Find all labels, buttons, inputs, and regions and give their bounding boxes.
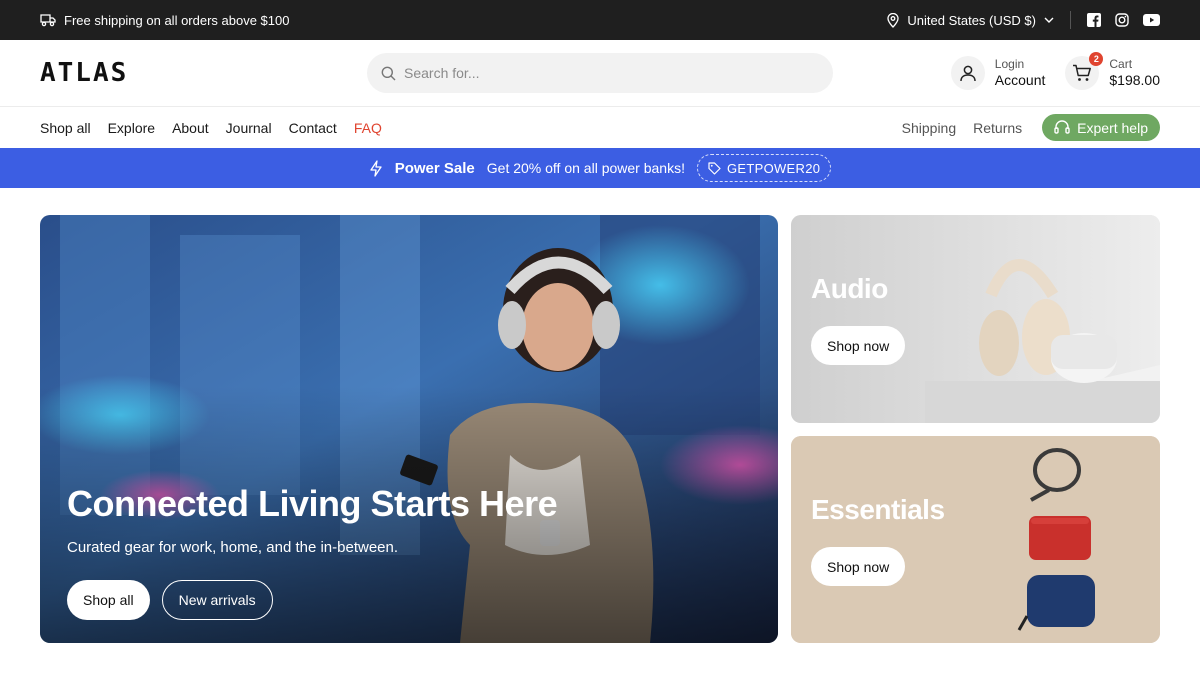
cart-label: Cart <box>1109 57 1133 72</box>
new-arrivals-button[interactable]: New arrivals <box>161 580 273 620</box>
hero-banner: Connected Living Starts Here Curated gea… <box>40 215 778 643</box>
shipping-link[interactable]: Shipping <box>902 120 957 136</box>
region-label: United States (USD $) <box>907 12 1036 28</box>
hero-subtitle: Curated gear for work, home, and the in-… <box>67 539 399 556</box>
cart-button[interactable]: 2 <box>1065 52 1104 90</box>
cart-link[interactable]: 2 Cart $198.00 <box>1065 52 1160 90</box>
nav-about[interactable]: About <box>172 120 209 136</box>
search-icon <box>381 66 396 81</box>
location-pin-icon <box>887 12 900 28</box>
audio-shop-now-button[interactable]: Shop now <box>811 326 906 365</box>
essentials-shop-now-button[interactable]: Shop now <box>811 547 906 586</box>
youtube-icon[interactable] <box>1143 14 1160 26</box>
instagram-icon[interactable] <box>1115 13 1129 27</box>
chevron-down-icon <box>1044 17 1054 23</box>
essentials-category-card[interactable]: Essentials Shop now <box>791 436 1160 643</box>
nav-faq[interactable]: FAQ <box>354 120 382 136</box>
hero-title: Connected Living Starts Here <box>67 483 558 524</box>
nav-shop-all[interactable]: Shop all <box>40 120 91 136</box>
coupon-code-text: GETPOWER20 <box>726 160 821 176</box>
logo[interactable]: ATLAS <box>40 58 367 88</box>
promo-text: Get 20% off on all power banks! <box>486 160 685 176</box>
expert-help-button[interactable]: Expert help <box>1042 114 1160 141</box>
search-input[interactable] <box>404 65 819 81</box>
coupon-code[interactable]: GETPOWER20 <box>696 154 832 182</box>
user-icon <box>959 64 977 82</box>
nav-explore[interactable]: Explore <box>108 120 155 136</box>
cart-icon <box>1072 64 1092 82</box>
audio-card-title: Audio <box>811 273 888 304</box>
audio-category-card[interactable]: Audio Shop now <box>791 215 1160 423</box>
truck-icon <box>40 13 56 27</box>
essentials-card-title: Essentials <box>811 494 945 525</box>
headset-icon <box>1054 120 1070 135</box>
account-link[interactable]: Login Account <box>950 56 1046 90</box>
cart-total: $198.00 <box>1109 71 1160 88</box>
account-label: Account <box>994 71 1046 88</box>
region-selector[interactable]: United States (USD $) <box>887 11 1071 29</box>
audio-product-image <box>791 215 1160 423</box>
promo-title: Power Sale <box>394 159 475 177</box>
login-label: Login <box>994 57 1025 72</box>
promo-banner: Power Sale Get 20% off on all power bank… <box>0 148 1200 188</box>
cart-count-badge: 2 <box>1089 52 1104 66</box>
nav-journal[interactable]: Journal <box>226 120 272 136</box>
facebook-icon[interactable] <box>1087 13 1101 27</box>
returns-link[interactable]: Returns <box>973 120 1022 136</box>
nav-contact[interactable]: Contact <box>289 120 337 136</box>
lightning-icon <box>369 159 383 177</box>
tag-icon <box>708 161 721 175</box>
expert-help-label: Expert help <box>1077 119 1148 136</box>
shipping-notice: Free shipping on all orders above $100 <box>40 13 289 28</box>
main-nav: Shop all Explore About Journal Contact F… <box>0 107 1200 148</box>
site-header: ATLAS Login Account 2 <box>0 40 1200 107</box>
shop-all-button[interactable]: Shop all <box>67 580 150 620</box>
search-bar[interactable] <box>367 53 833 93</box>
shipping-text: Free shipping on all orders above $100 <box>64 12 290 28</box>
account-button[interactable] <box>950 56 985 90</box>
essentials-product-image <box>791 436 1160 643</box>
announcement-bar: Free shipping on all orders above $100 U… <box>0 0 1200 40</box>
